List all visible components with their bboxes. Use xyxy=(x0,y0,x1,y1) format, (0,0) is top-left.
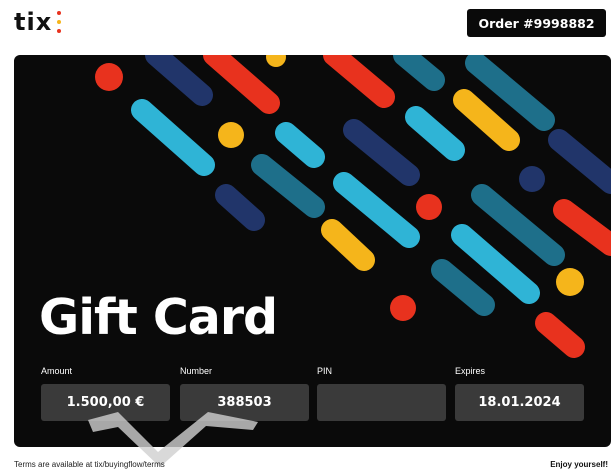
pin-value xyxy=(317,384,446,421)
navy-stripe xyxy=(145,55,213,106)
expires-label: Expires xyxy=(455,366,486,376)
yellow-stripe xyxy=(321,219,375,271)
red-stripe xyxy=(535,312,585,358)
amount-label: Amount xyxy=(41,366,73,376)
teal-stripe xyxy=(251,154,325,218)
cyan-stripe xyxy=(333,172,420,248)
red-dot xyxy=(416,194,442,220)
teal-stripe xyxy=(431,259,495,316)
logo-dot xyxy=(57,11,62,15)
terms-text: Terms are available at tix/buyingflow/te… xyxy=(14,460,165,469)
teal-stripe xyxy=(393,55,445,91)
amount-value: 1.500,00 € xyxy=(41,384,170,421)
tagline-text: Enjoy yourself! xyxy=(550,460,608,469)
gift-card: Gift Card Amount 1.500,00 € Number 38850… xyxy=(14,55,611,447)
navy-dot xyxy=(519,166,545,192)
yellow-dot xyxy=(266,55,286,67)
yellow-dot xyxy=(556,268,584,296)
yellow-dot xyxy=(218,122,244,148)
cyan-stripe xyxy=(275,122,325,168)
pin-field: PIN xyxy=(317,366,446,421)
logo-text: tix xyxy=(14,8,53,36)
order-number-badge: Order #9998882 xyxy=(467,9,606,37)
navy-stripe xyxy=(343,119,420,186)
red-stripe xyxy=(553,199,611,256)
tix-logo[interactable]: tix xyxy=(14,6,62,38)
number-field: Number 388503 xyxy=(180,366,309,421)
cyan-stripe xyxy=(131,99,215,176)
pin-label: PIN xyxy=(317,366,333,376)
amount-field: Amount 1.500,00 € xyxy=(41,366,170,421)
teal-stripe xyxy=(471,184,565,266)
expires-field: Expires 18.01.2024 xyxy=(455,366,584,421)
red-stripe xyxy=(323,55,395,108)
number-label: Number xyxy=(180,366,213,376)
cyan-stripe xyxy=(405,106,465,161)
expires-value: 18.01.2024 xyxy=(455,384,584,421)
navy-stripe xyxy=(548,129,611,194)
logo-dot xyxy=(57,20,62,24)
yellow-stripe xyxy=(453,89,520,151)
gift-card-title: Gift Card xyxy=(39,289,278,346)
navy-stripe xyxy=(215,184,265,231)
red-dot xyxy=(95,63,123,91)
red-stripe xyxy=(203,55,280,114)
number-value: 388503 xyxy=(180,384,309,421)
red-dot xyxy=(390,295,416,321)
logo-dot xyxy=(57,29,62,33)
logo-dots-icon xyxy=(56,9,62,35)
